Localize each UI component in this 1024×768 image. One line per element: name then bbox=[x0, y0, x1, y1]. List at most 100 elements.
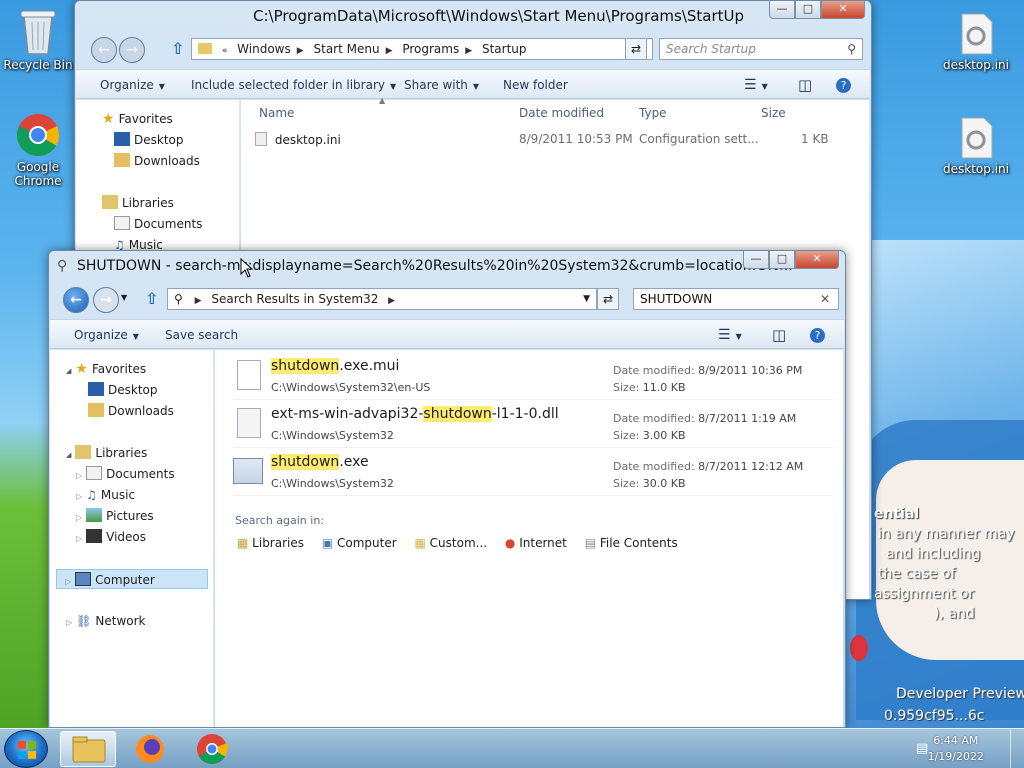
show-desktop-button[interactable] bbox=[1010, 729, 1024, 768]
collapse-arrow-icon[interactable]: ▷ bbox=[65, 577, 71, 586]
collapse-arrow-icon[interactable]: ▷ bbox=[76, 513, 82, 522]
breadcrumb-startup[interactable]: Startup bbox=[478, 39, 531, 59]
desktop-ini-shortcut-2[interactable]: desktop.ini bbox=[940, 116, 1012, 176]
collapse-arrow-icon[interactable]: ▷ bbox=[76, 492, 82, 501]
taskbar-clock[interactable]: 6:44 AM 1/19/2022 bbox=[928, 733, 984, 765]
nav-downloads[interactable]: Downloads bbox=[114, 151, 200, 171]
nav-favorites[interactable]: ★ Favorites bbox=[102, 109, 173, 129]
nav-computer[interactable]: ▷ Computer bbox=[56, 569, 208, 589]
search-again-computer[interactable]: ▣ Computer bbox=[322, 536, 397, 550]
taskbar-firefox[interactable] bbox=[122, 731, 178, 767]
column-header-name[interactable]: Name bbox=[259, 106, 294, 120]
minimize-button[interactable]: — bbox=[743, 251, 769, 269]
maximize-button[interactable]: □ bbox=[795, 1, 821, 19]
result-item[interactable]: shutdown.exe C:\Windows\System32 Date mo… bbox=[233, 452, 833, 496]
breadcrumb-windows[interactable]: Windows bbox=[233, 39, 295, 59]
address-dropdown-icon[interactable]: ▼ bbox=[583, 289, 590, 309]
file-type: Configuration sett... bbox=[639, 132, 759, 146]
nav-desktop-label: Desktop bbox=[108, 383, 158, 397]
save-search-button[interactable]: Save search bbox=[165, 320, 238, 350]
new-folder-button[interactable]: New folder bbox=[503, 70, 568, 100]
taskbar-explorer[interactable] bbox=[60, 731, 116, 767]
nav-favorites[interactable]: ◢ ★ Favorites bbox=[66, 359, 146, 379]
nav-documents[interactable]: Documents bbox=[114, 214, 202, 234]
collapse-arrow-icon[interactable]: ▷ bbox=[76, 471, 82, 480]
breadcrumb-search-results[interactable]: Search Results in System32 bbox=[207, 289, 382, 309]
startup-titlebar[interactable]: C:\ProgramData\Microsoft\Windows\Start M… bbox=[75, 1, 871, 31]
result-name-match: shutdown bbox=[271, 358, 340, 374]
preview-pane-button[interactable]: ◫ bbox=[772, 320, 786, 350]
result-item[interactable]: ext-ms-win-advapi32-shutdown-l1-1-0.dll … bbox=[233, 404, 833, 448]
wallpaper-art bbox=[846, 240, 1024, 728]
column-header-date[interactable]: Date modified bbox=[519, 106, 604, 120]
file-row[interactable]: desktop.ini 8/9/2011 10:53 PM Configurat… bbox=[255, 132, 835, 152]
preview-pane-button[interactable]: ◫ bbox=[798, 70, 812, 100]
nav-desktop[interactable]: Desktop bbox=[88, 380, 158, 400]
search-window-title: SHUTDOWN - search-ms:displayname=Search%… bbox=[77, 258, 793, 274]
nav-favorites-label: Favorites bbox=[91, 362, 147, 376]
search-again-internet[interactable]: ● Internet bbox=[505, 536, 567, 550]
star-icon: ★ bbox=[102, 111, 115, 127]
refresh-button[interactable]: ⇄ bbox=[625, 38, 647, 60]
forward-button[interactable]: → bbox=[93, 287, 119, 313]
chrome-shortcut[interactable]: Google Chrome bbox=[2, 112, 74, 188]
nav-network[interactable]: ▷ ⛓ Network bbox=[66, 611, 146, 631]
organize-menu[interactable]: Organize ▼ bbox=[74, 320, 139, 350]
nav-libraries-label: Libraries bbox=[95, 446, 148, 460]
nav-music[interactable]: ▷ ♫ Music bbox=[76, 485, 135, 505]
startup-search-box[interactable]: Search Startup ⚲ bbox=[659, 38, 863, 60]
search-results-window[interactable]: ⚲ SHUTDOWN - search-ms:displayname=Searc… bbox=[48, 250, 846, 728]
clear-search-icon[interactable]: ✕ bbox=[820, 289, 830, 309]
nav-libraries[interactable]: ◢ Libraries bbox=[66, 443, 147, 463]
minimize-button[interactable]: — bbox=[769, 1, 795, 19]
nav-documents[interactable]: ▷ Documents bbox=[76, 464, 175, 484]
nav-downloads-label: Downloads bbox=[134, 154, 200, 168]
column-header-type[interactable]: Type bbox=[639, 106, 667, 120]
view-options-button[interactable]: ☰ ▼ bbox=[718, 320, 742, 350]
recycle-bin-shortcut[interactable]: Recycle Bin bbox=[2, 6, 74, 72]
column-header-size[interactable]: Size bbox=[761, 106, 786, 120]
up-button[interactable]: ⇧ bbox=[145, 289, 158, 308]
search-icon: ⚲ bbox=[847, 42, 856, 56]
breadcrumb-start-menu[interactable]: Start Menu bbox=[310, 39, 384, 59]
help-button[interactable]: ? bbox=[836, 70, 851, 100]
nav-videos[interactable]: ▷ Videos bbox=[76, 527, 146, 547]
nav-libraries[interactable]: Libraries bbox=[102, 193, 174, 213]
close-button[interactable]: ✕ bbox=[821, 1, 865, 19]
search-again-custom[interactable]: ▦ Custom... bbox=[414, 536, 487, 550]
back-button[interactable]: ← bbox=[91, 37, 117, 63]
expand-arrow-icon[interactable]: ◢ bbox=[66, 367, 71, 375]
maximize-button[interactable]: □ bbox=[769, 251, 795, 269]
back-button[interactable]: ← bbox=[63, 287, 89, 313]
taskbar-chrome[interactable] bbox=[184, 731, 240, 767]
search-again-libraries[interactable]: ▦ Libraries bbox=[237, 536, 304, 550]
network-tray-icon[interactable]: ▤ bbox=[916, 741, 928, 756]
close-button[interactable]: ✕ bbox=[795, 251, 839, 269]
start-button[interactable] bbox=[4, 730, 48, 768]
nav-desktop[interactable]: Desktop bbox=[114, 130, 184, 150]
search-again-file-contents[interactable]: ▤ File Contents bbox=[585, 536, 678, 550]
result-name-match: shutdown bbox=[423, 406, 492, 422]
help-button[interactable]: ? bbox=[810, 320, 825, 350]
include-library-menu[interactable]: Include selected folder in library ▼ bbox=[191, 70, 396, 100]
view-options-button[interactable]: ☰ ▼ bbox=[744, 70, 768, 100]
up-button[interactable]: ⇧ bbox=[171, 39, 184, 58]
expand-arrow-icon[interactable]: ◢ bbox=[66, 451, 71, 459]
share-with-menu[interactable]: Share with ▼ bbox=[404, 70, 479, 100]
search-address-bar[interactable]: ⚲ ▶ Search Results in System32 ▶ ▼ bbox=[167, 288, 597, 310]
search-input[interactable]: SHUTDOWN ✕ bbox=[633, 288, 839, 310]
recent-pages-dropdown[interactable]: ▼ bbox=[121, 293, 127, 302]
desktop-ini-shortcut[interactable]: desktop.ini bbox=[940, 12, 1012, 72]
computer-icon: ▣ bbox=[321, 536, 334, 550]
forward-button[interactable]: → bbox=[119, 37, 145, 63]
refresh-button[interactable]: ⇄ bbox=[597, 288, 619, 310]
search-titlebar[interactable]: ⚲ SHUTDOWN - search-ms:displayname=Searc… bbox=[49, 251, 845, 281]
result-item[interactable]: shutdown.exe.mui C:\Windows\System32\en-… bbox=[233, 356, 833, 400]
collapse-arrow-icon[interactable]: ▷ bbox=[66, 618, 72, 627]
organize-menu[interactable]: Organize ▼ bbox=[100, 70, 165, 100]
nav-downloads[interactable]: Downloads bbox=[88, 401, 174, 421]
collapse-arrow-icon[interactable]: ▷ bbox=[76, 534, 82, 543]
startup-address-bar[interactable]: « Windows ▶ Start Menu ▶ Programs ▶ Startup… bbox=[191, 38, 653, 60]
breadcrumb-programs[interactable]: Programs bbox=[398, 39, 463, 59]
nav-pictures[interactable]: ▷ Pictures bbox=[76, 506, 154, 526]
